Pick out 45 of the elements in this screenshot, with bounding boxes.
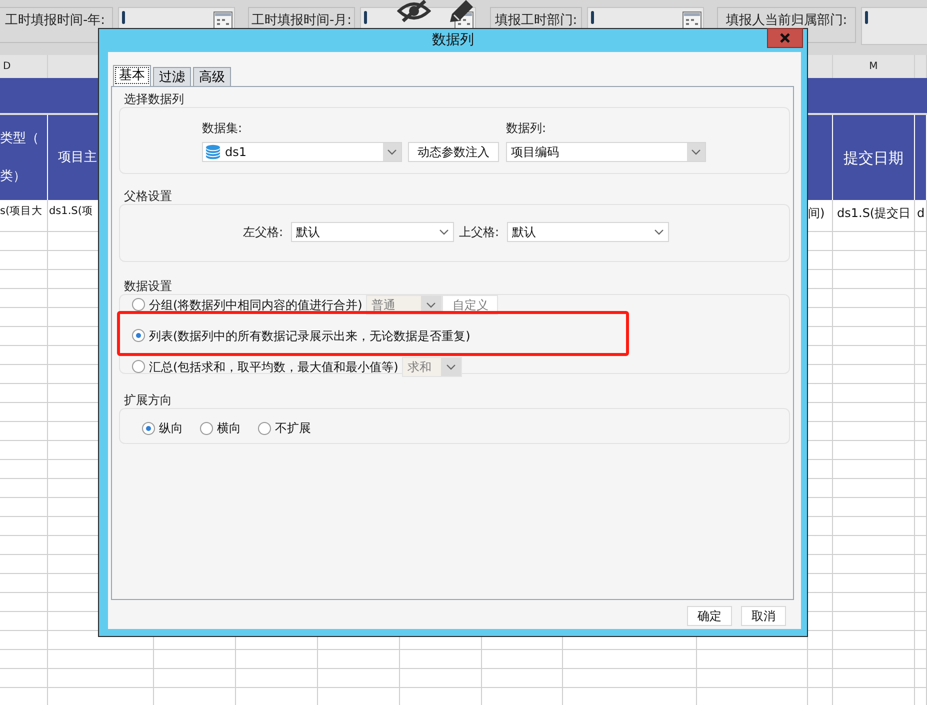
group-title: 扩展方向 (123, 393, 173, 408)
eye-slash-icon[interactable] (397, 0, 431, 23)
field-label: 工时填报时间-年: (0, 7, 113, 43)
group-title: 数据设置 (123, 279, 173, 294)
group-title: 选择数据列 (123, 92, 185, 107)
option-label: 不扩展 (275, 420, 311, 437)
text-caret (591, 11, 594, 24)
combo-box[interactable]: 默认 (507, 222, 669, 242)
chevron-down-icon[interactable] (383, 143, 401, 161)
field-label: 数据列: (506, 120, 546, 137)
radio-button[interactable] (142, 422, 155, 434)
input-field[interactable] (861, 7, 927, 45)
button[interactable]: 动态参数注入 (408, 142, 499, 162)
tab[interactable]: 过滤 (153, 67, 191, 86)
tab[interactable]: 高级 (193, 67, 231, 86)
calendar-icon[interactable] (213, 11, 233, 31)
text-caret (364, 11, 367, 24)
radio-button[interactable] (132, 298, 145, 311)
radio-button[interactable] (132, 360, 145, 373)
option-label: 纵向 (159, 420, 183, 437)
tab[interactable]: 基本 (113, 65, 151, 86)
chevron-down-icon[interactable] (687, 143, 705, 161)
combo-box[interactable]: ds1 (202, 142, 402, 162)
option-label: 横向 (217, 420, 241, 437)
field-label: 数据集: (202, 120, 244, 137)
radio-button[interactable] (132, 329, 145, 342)
combo-box[interactable]: 项目编码 (506, 142, 706, 162)
field-label: 左父格: (243, 224, 284, 241)
close-button[interactable] (767, 28, 803, 48)
field-label: 上父格: (459, 224, 500, 241)
close-icon (780, 33, 790, 43)
dialog-button[interactable]: 取消 (741, 606, 786, 626)
radio-button[interactable] (200, 422, 213, 434)
combo-box[interactable]: 默认 (291, 222, 454, 242)
option-label: 分组(将数据列中相同内容的值进行合并) (149, 296, 362, 314)
combo-box: 求和 (402, 356, 462, 376)
text-caret (865, 11, 868, 24)
window-title: 数据列 (432, 31, 474, 50)
calendar-icon[interactable] (682, 11, 702, 31)
option-label: 列表(数据列中的所有数据记录展示出来，无论数据是否重复) (149, 328, 470, 344)
radio-button[interactable] (258, 422, 271, 434)
option-label: 汇总(包括求和，取平均数，最大值和最小值等) (149, 358, 398, 376)
text-caret (122, 11, 125, 24)
database-icon (205, 144, 221, 160)
dialog-button[interactable]: 确定 (687, 606, 732, 626)
